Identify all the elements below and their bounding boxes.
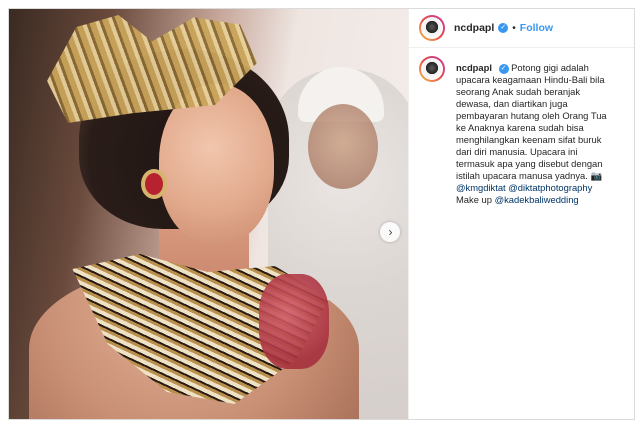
verified-badge-icon: ✓	[498, 23, 509, 33]
post-sidebar: ncdpapl ✓ • Follow ncdpapl ✓ Potong gigi…	[408, 9, 634, 419]
verified-badge-icon: ✓	[498, 63, 509, 74]
carousel-next-icon: ›	[388, 225, 393, 239]
caption-line: istilah upacara manusa yadnya. 📷	[456, 170, 603, 181]
caption-row: ncdpapl ✓ Potong gigi adalah upacara kea…	[409, 48, 634, 206]
instagram-post: › ncdpapl ✓ • Follow ncdpapl ✓ Potong gi…	[8, 8, 635, 420]
makeup-label: Make up	[456, 194, 492, 205]
carousel-next-button[interactable]: ›	[380, 222, 400, 242]
caption-text: ncdpapl ✓ Potong gigi adalah upacara kea…	[456, 62, 624, 206]
caption-line: termasuk apa yang disebut dengan	[456, 158, 603, 169]
follow-button[interactable]: Follow	[520, 22, 553, 34]
red-flowers	[259, 274, 329, 369]
separator-dot: •	[512, 22, 516, 34]
background-person-face	[308, 104, 378, 189]
avatar[interactable]	[419, 15, 445, 41]
caption-line: dari diri manusia. Upacara ini	[456, 146, 578, 157]
caption-line: ke Anaknya karena sudah bisa	[456, 122, 584, 133]
caption-avatar[interactable]	[419, 56, 445, 82]
post-photo[interactable]: ›	[9, 9, 408, 419]
caption-line: Potong gigi adalah	[511, 62, 589, 73]
caption-line: upacara keagamaan Hindu-Bali bila	[456, 74, 605, 85]
earring	[141, 169, 167, 199]
mention-link-kmgdiktat[interactable]: @kmgdiktat	[456, 182, 506, 193]
caption-line: seorang Anak sudah beranjak	[456, 86, 581, 97]
post-header: ncdpapl ✓ • Follow	[409, 9, 634, 48]
caption-line: pembayaran hutang oleh Orang Tua	[456, 110, 607, 121]
caption-line: dewasa, dan diartikan juga	[456, 98, 568, 109]
mention-link-diktatphotography[interactable]: @diktatphotography	[508, 182, 592, 193]
caption-line: menghilangkan keenam sifat buruk	[456, 134, 602, 145]
header-username[interactable]: ncdpapl	[454, 22, 494, 34]
caption-username[interactable]: ncdpapl	[456, 62, 492, 73]
mention-link-kadekbaliwedding[interactable]: @kadekbaliwedding	[495, 194, 579, 205]
